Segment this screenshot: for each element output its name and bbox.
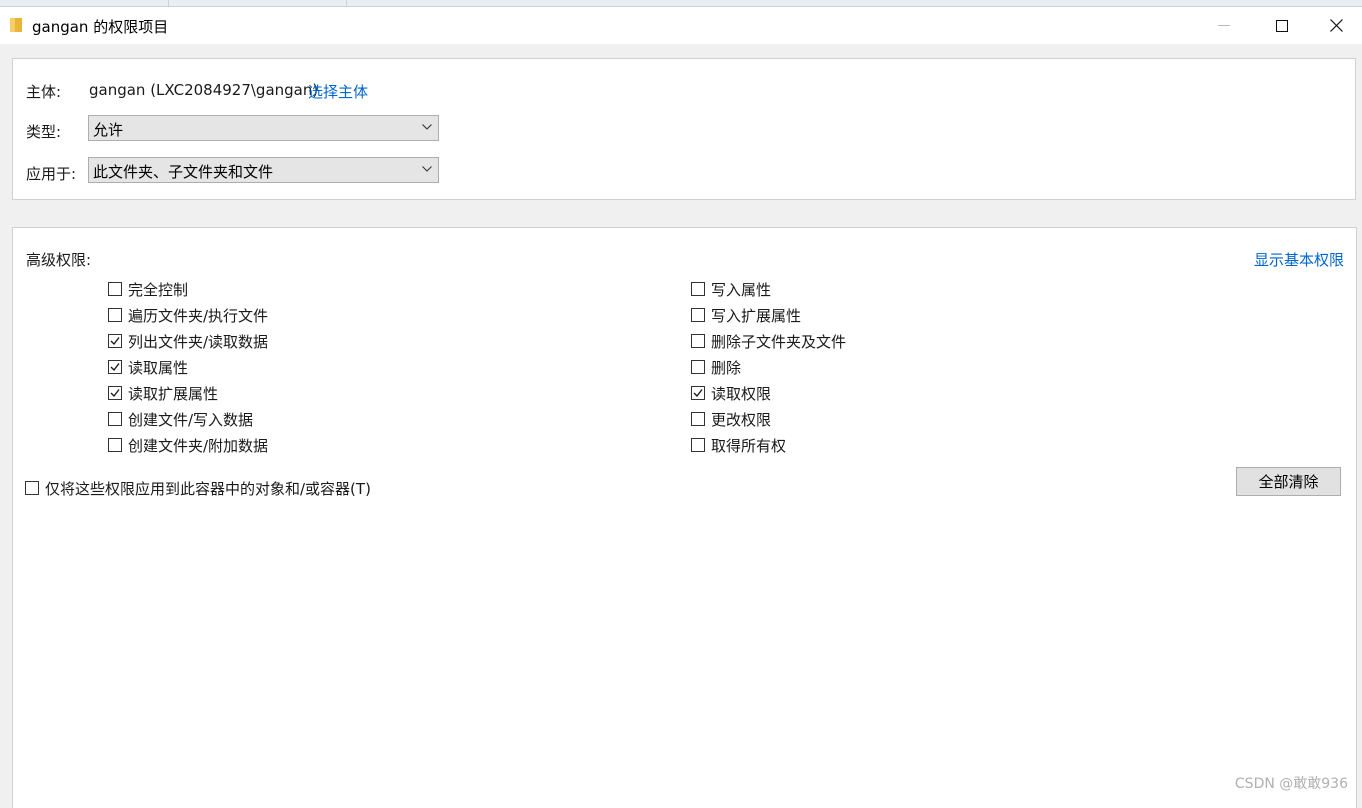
check-icon [110, 336, 120, 346]
watermark: CSDN @敢敢936 [1235, 773, 1348, 793]
permission-checkbox[interactable] [108, 360, 122, 374]
type-label: 类型: [26, 121, 61, 142]
permission-row[interactable]: 创建文件/写入数据 [108, 409, 253, 429]
type-select[interactable]: 允许 [88, 115, 439, 141]
clear-all-button[interactable]: 全部清除 [1236, 467, 1341, 496]
permission-row[interactable]: 写入属性 [691, 279, 771, 299]
permission-row[interactable]: 取得所有权 [691, 435, 786, 455]
apply-only-label: 仅将这些权限应用到此容器中的对象和/或容器(T) [45, 478, 371, 499]
apply-only-checkbox[interactable] [25, 481, 39, 495]
principal-value: gangan (LXC2084927\gangan) [89, 81, 318, 99]
permission-row[interactable]: 读取权限 [691, 383, 771, 403]
permission-checkbox[interactable] [108, 308, 122, 322]
permission-label: 读取权限 [711, 383, 771, 404]
permission-row[interactable]: 读取扩展属性 [108, 383, 218, 403]
permission-checkbox[interactable] [108, 412, 122, 426]
permission-row[interactable]: 遍历文件夹/执行文件 [108, 305, 268, 325]
parent-window-strip [0, 0, 1362, 7]
permission-row[interactable]: 读取属性 [108, 357, 188, 377]
permission-row[interactable]: 完全控制 [108, 279, 188, 299]
permission-label: 写入属性 [711, 279, 771, 300]
permission-checkbox[interactable] [691, 282, 705, 296]
permission-label: 删除 [711, 357, 741, 378]
check-icon [693, 388, 703, 398]
close-icon [1330, 19, 1343, 32]
permission-label: 创建文件夹/附加数据 [128, 435, 268, 456]
permission-label: 创建文件/写入数据 [128, 409, 253, 430]
type-select-value: 允许 [93, 119, 123, 140]
advanced-permissions-panel: 高级权限: 显示基本权限 完全控制遍历文件夹/执行文件列出文件夹/读取数据读取属… [12, 227, 1357, 808]
permission-checkbox[interactable] [691, 334, 705, 348]
minimize-icon [1218, 25, 1230, 27]
permission-checkbox[interactable] [108, 282, 122, 296]
permission-checkbox[interactable] [691, 438, 705, 452]
chevron-down-icon [422, 124, 432, 130]
permission-row[interactable]: 写入扩展属性 [691, 305, 801, 325]
permission-label: 读取扩展属性 [128, 383, 218, 404]
maximize-icon [1276, 20, 1288, 32]
select-principal-link[interactable]: 选择主体 [308, 81, 368, 102]
parent-tab [0, 0, 169, 6]
permission-checkbox[interactable] [108, 386, 122, 400]
permission-row[interactable]: 列出文件夹/读取数据 [108, 331, 268, 351]
permission-label: 取得所有权 [711, 435, 786, 456]
permission-checkbox[interactable] [108, 438, 122, 452]
check-icon [110, 388, 120, 398]
permission-checkbox[interactable] [691, 308, 705, 322]
minimize-button[interactable] [1195, 7, 1253, 44]
permission-checkbox[interactable] [108, 334, 122, 348]
applies-to-label: 应用于: [26, 163, 76, 184]
permission-row[interactable]: 删除子文件夹及文件 [691, 331, 846, 351]
window-title: gangan 的权限项目 [32, 16, 168, 37]
title-bar: gangan 的权限项目 [0, 7, 1362, 44]
chevron-down-icon [422, 166, 432, 172]
permission-checkbox[interactable] [691, 412, 705, 426]
permission-label: 写入扩展属性 [711, 305, 801, 326]
applies-to-select-value: 此文件夹、子文件夹和文件 [93, 161, 273, 182]
permission-label: 遍历文件夹/执行文件 [128, 305, 268, 326]
principal-panel: 主体: gangan (LXC2084927\gangan) 选择主体 类型: … [12, 58, 1356, 200]
permission-row[interactable]: 更改权限 [691, 409, 771, 429]
permission-checkbox[interactable] [691, 386, 705, 400]
check-icon [110, 362, 120, 372]
show-basic-permissions-link[interactable]: 显示基本权限 [1254, 249, 1344, 270]
permission-label: 更改权限 [711, 409, 771, 430]
permission-label: 删除子文件夹及文件 [711, 331, 846, 352]
permission-label: 完全控制 [128, 279, 188, 300]
permission-label: 列出文件夹/读取数据 [128, 331, 268, 352]
principal-label: 主体: [26, 81, 61, 102]
close-button[interactable] [1311, 7, 1362, 44]
maximize-button[interactable] [1253, 7, 1311, 44]
permission-label: 读取属性 [128, 357, 188, 378]
permission-row[interactable]: 删除 [691, 357, 741, 377]
permission-row[interactable]: 创建文件夹/附加数据 [108, 435, 268, 455]
applies-to-select[interactable]: 此文件夹、子文件夹和文件 [88, 157, 439, 183]
advanced-permissions-heading: 高级权限: [26, 249, 91, 270]
folder-icon [10, 18, 22, 32]
permission-checkbox[interactable] [691, 360, 705, 374]
apply-only-checkbox-row[interactable]: 仅将这些权限应用到此容器中的对象和/或容器(T) [25, 478, 371, 498]
parent-tab [174, 0, 347, 6]
